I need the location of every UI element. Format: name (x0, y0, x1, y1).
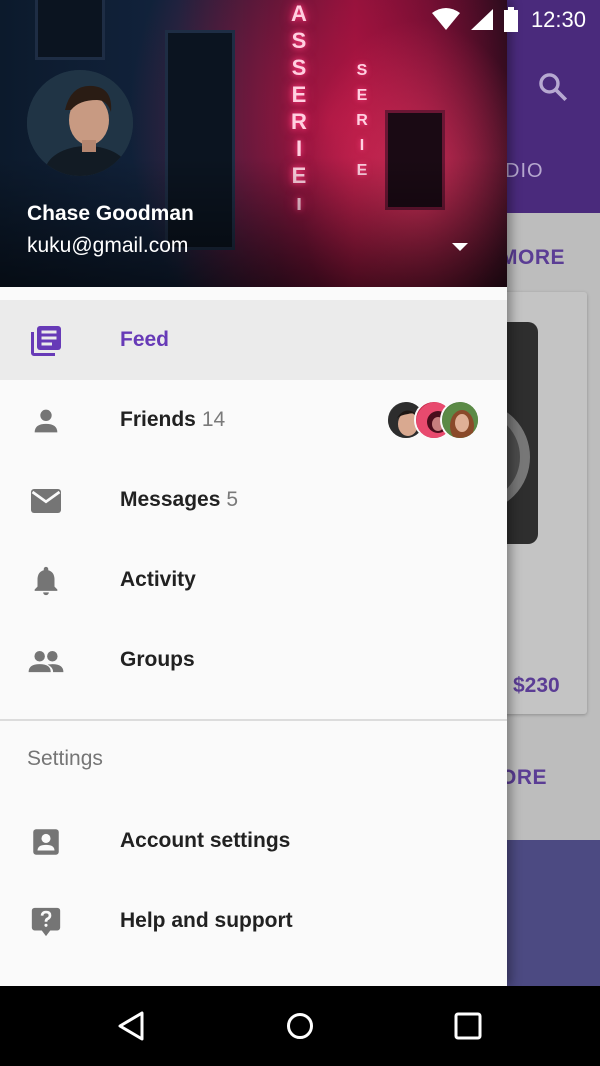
friend-avatars (386, 400, 482, 440)
nav-label-groups: Groups (120, 648, 195, 671)
nav-item-activity[interactable]: Activity (0, 540, 507, 620)
bell-icon (27, 562, 65, 600)
background-price: $230 (513, 674, 560, 697)
nav-label-feed: Feed (120, 328, 170, 351)
messages-count: 5 (226, 488, 239, 511)
status-bar: 12:30 (0, 0, 600, 40)
nav-label-messages-text: Messages (120, 488, 221, 511)
nav-label-messages: Messages 5 (120, 488, 238, 512)
friend-avatar[interactable] (440, 400, 480, 440)
nav-label-friends: Friends 14 (120, 408, 225, 432)
nav-label-activity: Activity (120, 568, 196, 591)
search-icon[interactable] (536, 70, 570, 104)
settings-section-title: Settings (27, 747, 103, 770)
nav-item-messages[interactable]: Messages 5 (0, 460, 507, 540)
nav-item-friends[interactable]: Friends 14 (0, 380, 507, 460)
nav-item-account-settings[interactable]: Account settings (0, 801, 507, 881)
nav-label-help-support: Help and support (120, 909, 293, 932)
group-icon (27, 642, 65, 680)
nav-item-groups[interactable]: Groups (0, 620, 507, 700)
nav-label-friends-text: Friends (120, 408, 196, 431)
user-email: kuku@gmail.com (27, 234, 189, 257)
background-more-button[interactable]: MORE (500, 246, 565, 270)
settings-menu: Account settings Help and support (0, 801, 507, 961)
drawer-header: ASSERIEı SERIE Chase Goodman kuku@gmail.… (0, 0, 507, 287)
battery-icon (503, 7, 518, 32)
help-icon (27, 903, 65, 941)
background-tab-label: DIO (505, 160, 544, 182)
recents-icon[interactable] (450, 1008, 486, 1044)
status-time: 12:30 (530, 7, 586, 32)
friends-count: 14 (201, 408, 226, 431)
navigation-drawer: ASSERIEı SERIE Chase Goodman kuku@gmail.… (0, 0, 507, 986)
nav-item-feed[interactable]: Feed (0, 300, 507, 380)
account-box-icon (27, 823, 65, 861)
divider (0, 719, 507, 721)
nav-label-account-settings: Account settings (120, 829, 291, 852)
user-avatar[interactable] (27, 70, 133, 176)
person-icon (27, 402, 65, 440)
nav-item-help-support[interactable]: Help and support (0, 881, 507, 961)
wifi-icon (431, 8, 460, 30)
avatar-photo (27, 70, 133, 176)
chevron-down-icon[interactable] (450, 240, 470, 254)
back-icon[interactable] (114, 1008, 150, 1044)
mail-icon (27, 482, 65, 520)
system-navigation-bar (0, 986, 600, 1066)
background-more-button-2[interactable]: ORE (500, 766, 547, 790)
feed-icon (27, 322, 65, 360)
user-name: Chase Goodman (27, 202, 194, 225)
home-icon[interactable] (282, 1008, 318, 1044)
signal-icon (470, 9, 493, 30)
drawer-menu: Feed Friends 14 Messages 5 Activity Grou… (0, 300, 507, 700)
